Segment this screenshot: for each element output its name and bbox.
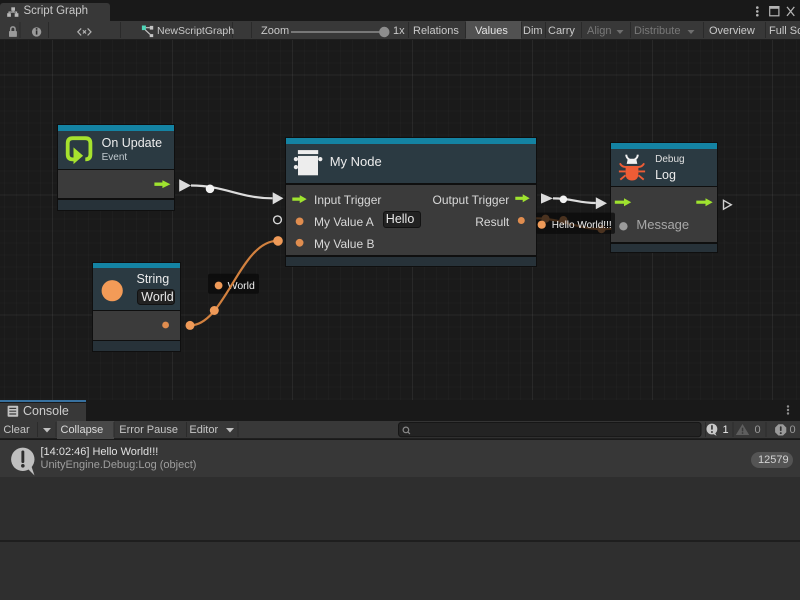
svg-text:Hello World!!!: Hello World!!! <box>552 220 612 231</box>
